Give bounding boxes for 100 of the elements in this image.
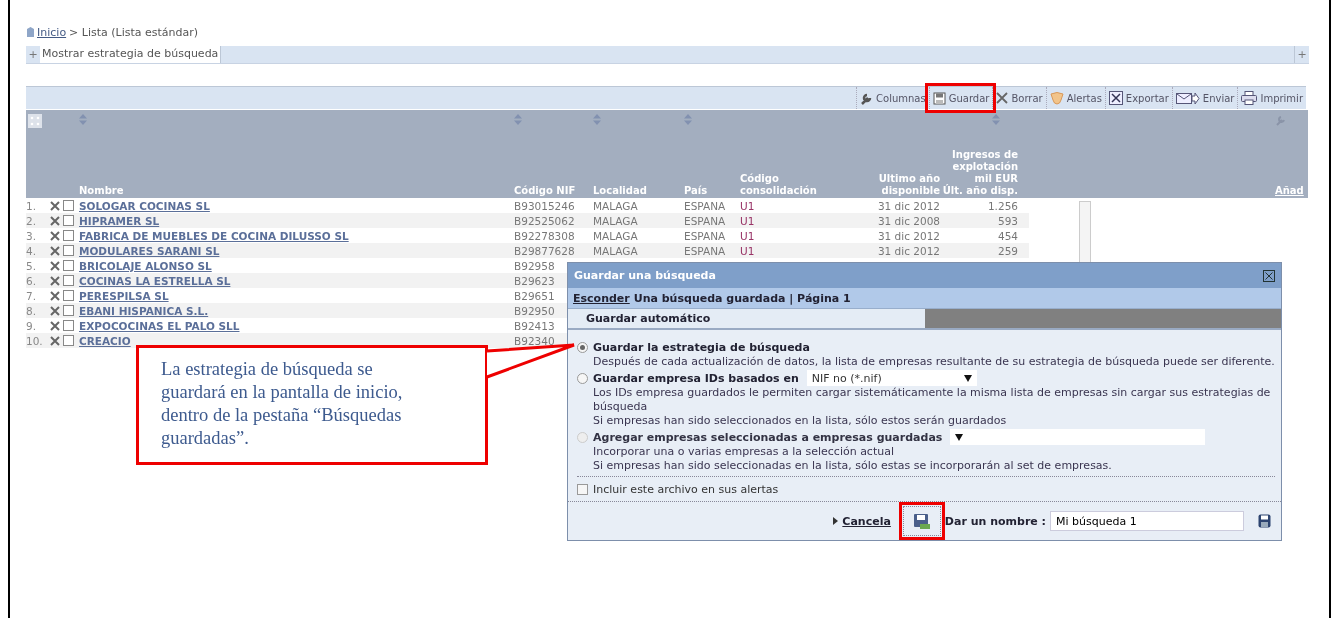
table-cell-text: ESPANA — [684, 199, 727, 212]
delete-icon[interactable] — [50, 230, 60, 241]
close-icon[interactable] — [1263, 269, 1275, 282]
company-link[interactable]: BRICOLAJE ALONSO SL — [79, 259, 514, 272]
option-description: Si empresas han sido seleccionados en la lista, sólo estos serán guardados — [593, 414, 1008, 428]
table-cell-text: ESPANA — [684, 229, 727, 242]
row-checkbox[interactable] — [63, 245, 74, 256]
company-link[interactable]: HIPRAMER SL — [79, 214, 514, 227]
delete-icon[interactable] — [50, 245, 60, 256]
row-number: 1. — [26, 199, 38, 212]
option-label: Guardar empresa IDs basados en — [593, 371, 799, 385]
toolbar-button[interactable]: Exportar — [1104, 87, 1172, 109]
row-checkbox[interactable] — [63, 335, 74, 346]
delete-icon[interactable] — [50, 305, 60, 316]
row-number: 7. — [26, 289, 38, 302]
company-link[interactable]: COCINAS LA ESTRELLA SL — [79, 274, 514, 287]
row-checkbox[interactable] — [63, 275, 74, 286]
table-cell-text: 1.256 — [986, 199, 1018, 212]
row-number: 10. — [26, 334, 44, 347]
option-description: Incorporar una o varias empresas a la selección actual — [593, 445, 895, 459]
cancel-link[interactable]: Cancela — [842, 514, 891, 528]
dialog-subtitle: Una búsqueda guardada | Página 1 — [633, 291, 851, 305]
name-field[interactable]: Mi búsqueda 1 — [1050, 511, 1244, 531]
row-number: 5. — [26, 259, 38, 272]
company-link[interactable]: EBANI HISPANICA S.L. — [79, 304, 514, 317]
row-number: 6. — [26, 274, 38, 287]
row-checkbox[interactable] — [63, 290, 74, 301]
show-strategy-button[interactable]: Mostrar estrategia de búsqueda — [40, 46, 222, 63]
delete-icon[interactable] — [50, 335, 60, 346]
dropdown[interactable]: NIF no (*.nif) — [806, 370, 977, 386]
radio-button[interactable] — [577, 372, 588, 384]
expand-toggle[interactable]: + — [26, 46, 40, 63]
radio-button[interactable] — [577, 341, 588, 353]
caret-icon — [963, 374, 972, 382]
table-cell-text: 454 — [996, 229, 1018, 242]
toolbar-button[interactable]: Imprimir — [1237, 87, 1306, 109]
row-checkbox[interactable] — [63, 305, 74, 316]
row-number: 3. — [26, 229, 38, 242]
row-checkbox[interactable] — [63, 260, 74, 271]
option-label: Guardar la estrategia de búsqueda — [593, 340, 810, 354]
table-cell-text: U1 — [740, 229, 756, 242]
table-cell-text: 31 dic 2008 — [876, 214, 940, 227]
table-cell-text: MALAGA — [593, 229, 639, 242]
checkbox-label: Incluir este archivo en sus alertas — [593, 482, 779, 496]
toolbar-button[interactable]: Columnas — [856, 87, 929, 109]
company-link[interactable]: PERESPILSA SL — [79, 289, 514, 302]
table-cell-text: B93015246 — [514, 199, 576, 212]
table-cell-text: B92950 — [514, 304, 556, 317]
table-cell-text: MALAGA — [593, 244, 639, 257]
row-checkbox[interactable] — [63, 200, 74, 211]
company-link[interactable]: CREACIO — [79, 334, 514, 347]
toolbar-button[interactable]: Guardar — [928, 87, 993, 109]
auto-save-tab[interactable]: Guardar automático — [568, 309, 925, 328]
delete-icon[interactable] — [50, 215, 60, 226]
table-cell-text: U1 — [740, 244, 756, 257]
table-cell-text: 259 — [996, 244, 1018, 257]
table-cell-text: B92413 — [514, 319, 556, 332]
toolbar-button[interactable]: Alertas — [1045, 87, 1105, 109]
delete-icon[interactable] — [50, 260, 60, 271]
delete-icon[interactable] — [50, 275, 60, 286]
checkbox[interactable] — [577, 483, 588, 495]
option-description: Después de cada actualización de datos, la lista de empresas resultante de su estrategia de búsqueda puede ser diferente. — [593, 355, 1275, 369]
table-cell-text: B92278308 — [514, 229, 576, 242]
x-icon — [996, 92, 1009, 104]
table-cell-text: 31 dic 2012 — [876, 244, 940, 257]
hide-link[interactable]: Esconder — [573, 291, 630, 305]
table-cell-text: 31 dic 2012 — [876, 229, 940, 242]
home-icon — [27, 27, 34, 37]
table-cell-text: B92525062 — [514, 214, 576, 227]
envelope-arrow-icon — [1175, 91, 1200, 105]
delete-icon[interactable] — [50, 200, 60, 211]
delete-icon[interactable] — [50, 320, 60, 331]
company-link[interactable]: FABRICA DE MUEBLES DE COCINA DILUSSO SL — [79, 229, 514, 242]
spreadsheet-icon — [1108, 91, 1123, 105]
table-cell-text: MALAGA — [593, 214, 639, 227]
delete-icon[interactable] — [50, 290, 60, 301]
row-number: 4. — [26, 244, 38, 257]
breadcrumb-current: > Lista (Lista estándar) — [69, 25, 199, 39]
table-cell-text: U1 — [740, 214, 756, 227]
row-number: 8. — [26, 304, 38, 317]
company-link[interactable]: MODULARES SARANI SL — [79, 244, 514, 257]
dialog-title: Guardar una búsqueda — [574, 269, 716, 282]
toolbar-button[interactable]: Enviar — [1171, 87, 1238, 109]
home-link[interactable]: Inicio — [37, 25, 67, 39]
callout-text: La estrategia de búsqueda se guardará en la pantalla de inicio, dentro de la pestaña “Búsquedas guardadas”. — [161, 358, 404, 450]
wrench-icon — [860, 91, 874, 105]
option-description: Si empresas han sido seleccionadas en la lista, sólo estas se incorporarán al set de empresas. — [593, 459, 1113, 473]
row-number: 9. — [26, 319, 38, 332]
row-checkbox[interactable] — [63, 230, 74, 241]
table-cell-text: 593 — [996, 214, 1018, 227]
printer-icon — [1241, 91, 1258, 105]
row-checkbox[interactable] — [63, 320, 74, 331]
row-checkbox[interactable] — [63, 215, 74, 226]
toolbar-button[interactable]: Borrar — [992, 87, 1046, 109]
table-cell-text: B92958 — [514, 259, 556, 272]
expand-toggle[interactable]: + — [1294, 46, 1309, 63]
company-link[interactable]: EXPOCOCINAS EL PALO SLL — [79, 319, 514, 332]
company-link[interactable]: SOLOGAR COCINAS SL — [79, 199, 514, 212]
table-cell-text: ESPANA — [684, 214, 727, 227]
table-cell-text: MALAGA — [593, 199, 639, 212]
